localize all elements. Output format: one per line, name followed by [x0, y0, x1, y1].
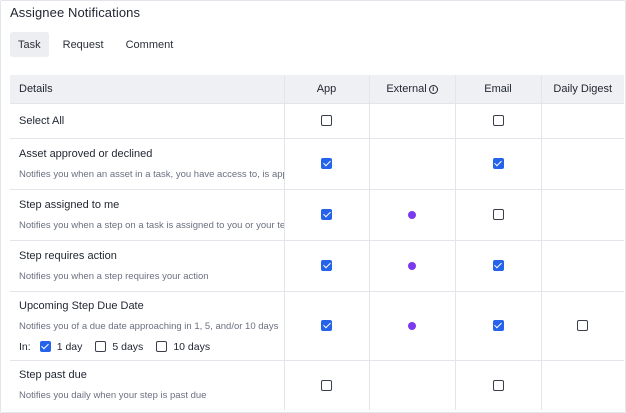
- row-description: Notifies you when an asset in a task, yo…: [19, 168, 283, 180]
- cell-email: [455, 359, 542, 410]
- cell-email: [455, 188, 542, 240]
- select-all-email-checkbox[interactable]: [492, 115, 504, 127]
- row-details: Select All: [10, 102, 285, 138]
- table-row-step-past-due: Step past due Notifies you daily when yo…: [10, 359, 624, 410]
- row-title: Step requires action: [19, 249, 117, 262]
- cell-email: [455, 102, 542, 138]
- cell-external: [369, 290, 456, 360]
- column-header-email: Email: [455, 75, 542, 103]
- tab-bar: Task Request Comment: [10, 32, 181, 57]
- due-1-day-checkbox[interactable]: [39, 341, 51, 352]
- cell-email: [455, 239, 542, 291]
- upcoming-due-email-checkbox[interactable]: [492, 320, 504, 332]
- cell-external: [369, 137, 456, 189]
- row-details: Asset approved or declined Notifies you …: [10, 137, 285, 189]
- cell-digest: [541, 290, 624, 360]
- cell-app: [284, 188, 370, 240]
- due-option-label: 10 days: [173, 340, 211, 353]
- due-option-label: 5 days: [112, 340, 144, 353]
- external-enabled-dot-icon: [408, 321, 416, 330]
- cell-external: [369, 359, 456, 410]
- column-header-external-label: External: [386, 82, 427, 95]
- due-10-days-checkbox[interactable]: [156, 341, 168, 352]
- row-title: Select All: [19, 114, 65, 127]
- row-details: Step requires action Notifies you when a…: [10, 239, 285, 291]
- asset-approved-app-checkbox[interactable]: [321, 158, 332, 170]
- page-title: Assignee Notifications: [10, 5, 141, 20]
- cell-app: [284, 359, 370, 410]
- row-title: Upcoming Step Due Date: [19, 299, 144, 312]
- row-title: Step past due: [19, 369, 87, 382]
- due-option-5-days[interactable]: 5 days: [95, 341, 143, 353]
- external-enabled-dot-icon: [408, 261, 416, 270]
- step-requires-action-app-checkbox[interactable]: [321, 260, 332, 272]
- tab-request[interactable]: Request: [55, 32, 112, 57]
- row-description: Notifies you of a due date approaching i…: [19, 320, 279, 332]
- tab-task[interactable]: Task: [10, 32, 49, 57]
- select-all-app-checkbox[interactable]: [321, 115, 332, 127]
- row-description: Notifies you when a step on a task is as…: [19, 219, 284, 231]
- row-details: Upcoming Step Due Date Notifies you of a…: [10, 290, 285, 360]
- row-description: Notifies you daily when your step is pas…: [19, 390, 207, 402]
- cell-app: [284, 290, 370, 360]
- table-row-asset-approved: Asset approved or declined Notifies you …: [10, 137, 624, 189]
- column-header-external: External i: [369, 75, 456, 103]
- cell-external: [369, 102, 456, 138]
- upcoming-due-app-checkbox[interactable]: [321, 320, 332, 332]
- cell-digest: [541, 239, 624, 291]
- cell-digest: [541, 188, 624, 240]
- cell-app: [284, 137, 370, 189]
- column-header-daily-digest: Daily Digest: [541, 75, 624, 103]
- due-date-options: In: 1 day 5 days 10 days: [19, 340, 283, 353]
- asset-approved-email-checkbox[interactable]: [492, 158, 504, 170]
- cell-app: [284, 239, 370, 291]
- column-header-details: Details: [10, 75, 285, 103]
- cell-external: [369, 188, 456, 240]
- due-option-label: 1 day: [56, 340, 83, 353]
- table-row-step-requires-action: Step requires action Notifies you when a…: [10, 239, 624, 291]
- upcoming-due-digest-checkbox[interactable]: [577, 320, 589, 332]
- step-requires-action-email-checkbox[interactable]: [492, 260, 504, 272]
- cell-digest: [541, 102, 624, 138]
- step-past-due-app-checkbox[interactable]: [321, 379, 332, 391]
- table-row-step-assigned: Step assigned to me Notifies you when a …: [10, 188, 624, 240]
- notifications-panel: Assignee Notifications Task Request Comm…: [0, 0, 626, 413]
- row-description: Notifies you when a step requires your a…: [19, 270, 209, 282]
- due-date-options-label: In:: [19, 340, 31, 353]
- info-circle-icon[interactable]: i: [428, 84, 438, 94]
- cell-email: [455, 290, 542, 360]
- step-assigned-email-checkbox[interactable]: [492, 209, 504, 221]
- step-past-due-email-checkbox[interactable]: [492, 379, 504, 391]
- external-enabled-dot-icon: [408, 210, 416, 219]
- due-option-10-days[interactable]: 10 days: [156, 341, 210, 353]
- row-details: Step assigned to me Notifies you when a …: [10, 188, 285, 240]
- row-title: Step assigned to me: [19, 198, 120, 211]
- table-row-upcoming-due-date: Upcoming Step Due Date Notifies you of a…: [10, 290, 624, 360]
- cell-external: [369, 239, 456, 291]
- due-option-1-day[interactable]: 1 day: [39, 340, 83, 353]
- cell-digest: [541, 137, 624, 189]
- cell-digest: [541, 359, 624, 410]
- step-assigned-app-checkbox[interactable]: [321, 209, 332, 221]
- table-row-select-all: Select All: [10, 102, 624, 138]
- row-title: Asset approved or declined: [19, 147, 153, 160]
- cell-email: [455, 137, 542, 189]
- row-details: Step past due Notifies you daily when yo…: [10, 359, 285, 410]
- table-header-row: Details App External i Email Daily Digest: [10, 75, 624, 103]
- notifications-table: Details App External i Email Daily Digest…: [10, 75, 624, 410]
- due-5-days-checkbox[interactable]: [95, 341, 107, 352]
- cell-app: [284, 102, 370, 138]
- column-header-app: App: [284, 75, 370, 103]
- tab-comment[interactable]: Comment: [118, 32, 182, 57]
